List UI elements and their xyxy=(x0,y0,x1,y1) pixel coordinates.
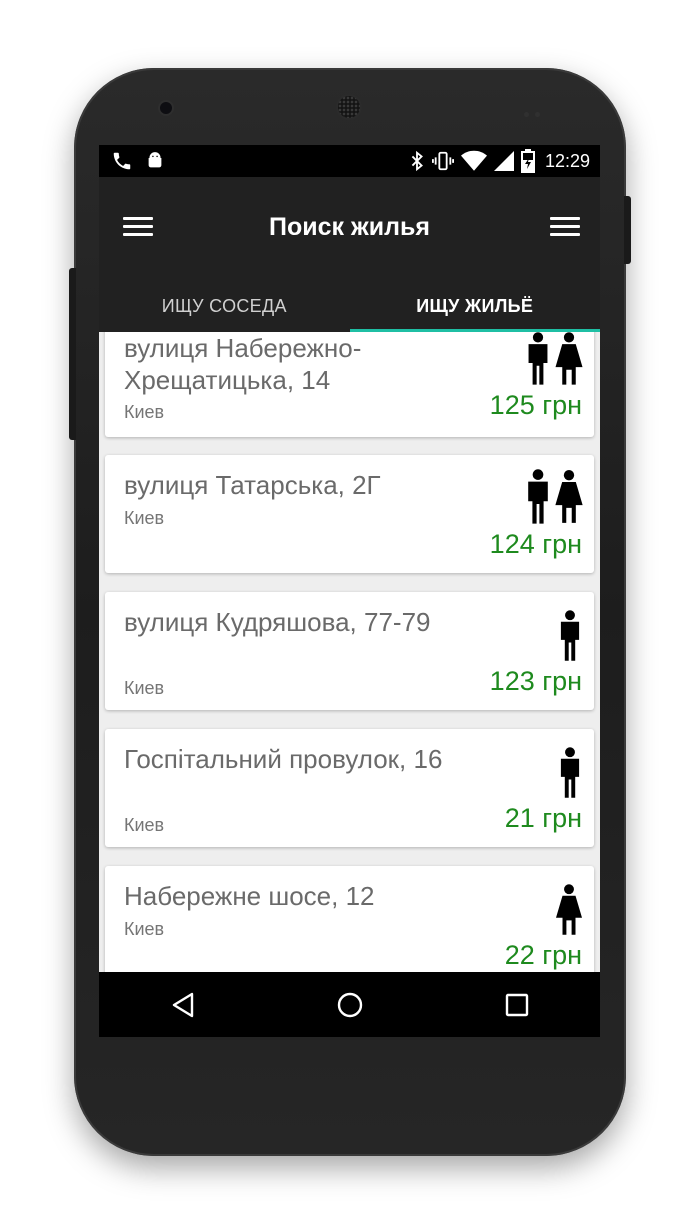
tab-bar: ИЩУ СОСЕДА ИЩУ ЖИЛЬЁ xyxy=(99,283,600,332)
battery-icon xyxy=(520,149,535,173)
male-icon xyxy=(556,747,584,799)
listing-card[interactable]: вулиця Кудряшова, 77-79 Киев 123 грн xyxy=(105,592,594,710)
listing-list[interactable]: вулиця Набережно-Хрещатицька, 14 Киев 12… xyxy=(99,332,600,972)
male-female-icon xyxy=(524,469,584,525)
system-nav-bar xyxy=(99,972,600,1037)
listing-city: Киев xyxy=(124,402,165,422)
tab-search-housing[interactable]: ИЩУ ЖИЛЬЁ xyxy=(350,283,601,332)
listing-address: Госпітальний провулок, 16 xyxy=(124,744,443,774)
listing-card[interactable]: вулиця Набережно-Хрещатицька, 14 Киев 12… xyxy=(105,332,594,437)
listing-city: Киев xyxy=(124,919,165,939)
front-camera xyxy=(160,102,172,114)
listing-city: Киев xyxy=(124,678,165,698)
power-button xyxy=(624,196,631,264)
phone-screen: 12:29 Поиск жилья ИЩУ СОСЕДА ИЩУ ЖИЛЬЁ в… xyxy=(99,145,600,1037)
listing-card[interactable]: вулиця Татарська, 2Г Киев 124 грн xyxy=(105,455,594,573)
listing-address: вулиця Набережно-Хрещатицька, 14 xyxy=(124,333,362,395)
wifi-icon xyxy=(460,150,487,171)
android-icon xyxy=(148,152,162,168)
male-icon xyxy=(556,610,584,662)
volume-button xyxy=(69,268,76,440)
proximity-sensor xyxy=(524,104,546,117)
recents-square-icon xyxy=(505,993,528,1016)
home-circle-icon xyxy=(337,992,362,1017)
listing-price: 125 грн xyxy=(489,390,582,420)
listing-address: вулиця Кудряшова, 77-79 xyxy=(124,607,431,637)
status-bar: 12:29 xyxy=(99,145,600,177)
listing-card[interactable]: Набережне шосе, 12 Киев 22 грн xyxy=(105,866,594,972)
earpiece-speaker xyxy=(338,96,360,118)
bluetooth-icon xyxy=(411,150,423,172)
listing-price: 123 грн xyxy=(489,666,582,696)
home-button[interactable] xyxy=(325,980,375,1030)
listing-city: Киев xyxy=(124,815,165,835)
filter-menu-button[interactable] xyxy=(550,217,580,239)
listing-address: вулиця Татарська, 2Г xyxy=(124,470,381,500)
back-triangle-icon xyxy=(172,992,193,1017)
back-button[interactable] xyxy=(158,980,208,1030)
male-female-icon xyxy=(524,332,584,386)
listing-price: 124 грн xyxy=(489,529,582,559)
vibrate-icon xyxy=(431,151,454,171)
clock: 12:29 xyxy=(544,150,590,171)
phone-call-icon xyxy=(113,152,131,170)
female-icon xyxy=(554,884,584,936)
listing-card[interactable]: Госпітальний провулок, 16 Киев 21 грн xyxy=(105,729,594,847)
listing-price: 21 грн xyxy=(504,803,582,833)
tab-search-roommate[interactable]: ИЩУ СОСЕДА xyxy=(99,283,350,332)
listing-price: 22 грн xyxy=(504,940,582,970)
app-bar: Поиск жилья ИЩУ СОСЕДА ИЩУ ЖИЛЬЁ xyxy=(99,177,600,332)
recents-button[interactable] xyxy=(492,980,542,1030)
page-title: Поиск жилья xyxy=(269,213,430,241)
cell-signal-icon xyxy=(493,151,514,171)
listing-address: Набережне шосе, 12 xyxy=(124,881,375,911)
listing-city: Киев xyxy=(124,508,165,528)
